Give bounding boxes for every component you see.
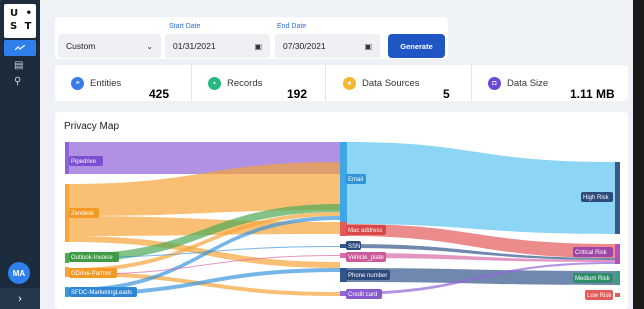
node-outlook[interactable] (65, 253, 69, 263)
field-label: Credit card (348, 292, 377, 298)
stat-records: ▪ Records (208, 65, 262, 101)
avatar[interactable]: MA (8, 262, 30, 284)
start-date-value: 01/31/2021 (173, 41, 216, 51)
node-vehicle-plate[interactable] (340, 253, 347, 258)
source-label: Outlook-Invoice (71, 255, 113, 261)
stat-data-sources: ● Data Sources (343, 65, 420, 101)
node-sfdc[interactable] (65, 287, 69, 297)
risk-label: High Risk (583, 195, 610, 201)
end-date-label: End Date (277, 23, 307, 30)
node-gdrive[interactable] (65, 267, 69, 277)
date-range-value: Custom (66, 41, 96, 51)
risk-nodes (615, 162, 620, 297)
node-email[interactable] (340, 142, 347, 224)
stat-label: Records (227, 77, 263, 89)
logo-line-2: S T (10, 21, 34, 32)
stat-data-size: ◘ Data Size (488, 65, 548, 101)
source-label: Zendesk (71, 211, 95, 217)
date-range-select[interactable]: Custom ⌄ (58, 34, 161, 58)
divider (191, 65, 192, 101)
node-zendesk[interactable] (65, 184, 69, 242)
data-sources-icon: ● (343, 76, 356, 90)
filter-bar: Custom ⌄ Start Date 01/31/2021 ▣ End Dat… (55, 17, 448, 59)
node-phone-number[interactable] (340, 268, 347, 282)
risk-label: Critical Risk (575, 250, 608, 256)
stat-value: 192 (287, 87, 308, 101)
stat-entities: ≡ Entities (71, 65, 121, 101)
calendar-icon: ▣ (254, 41, 262, 51)
source-label: GDrive-Partner (71, 271, 111, 277)
node-medium-risk[interactable] (615, 271, 620, 285)
logo: U • S T (4, 4, 36, 38)
end-date-value: 07/30/2021 (283, 41, 326, 51)
calendar-icon: ▣ (364, 41, 372, 51)
risk-label: Low Risk (587, 293, 612, 299)
sankey-diagram: Pipedrive Zendesk Outlook-Invoice GDrive… (65, 142, 620, 300)
chevron-down-icon: ⌄ (146, 41, 153, 51)
nav-item-dashboard[interactable] (4, 40, 36, 56)
trend-icon (15, 45, 25, 51)
field-label: Phone number (348, 273, 387, 279)
source-nodes (65, 142, 69, 297)
node-credit-card[interactable] (340, 291, 347, 296)
source-label: SFDC-MarketingLeads (71, 290, 132, 296)
app-window: U • S T ▤ ⚲ MA › Custom ⌄ Start Date 01/… (0, 0, 633, 309)
divider (471, 65, 472, 101)
field-label: Mac address (348, 228, 382, 234)
stat-value: 1.11 MB (570, 87, 615, 101)
window-shadow (633, 0, 644, 309)
stat-label: Data Size (507, 77, 549, 89)
node-critical-risk[interactable] (615, 244, 620, 264)
sidebar-expand-button[interactable]: › (0, 288, 40, 309)
node-mac-address[interactable] (340, 222, 347, 236)
generate-button[interactable]: Generate (388, 34, 445, 58)
stat-value: 425 (149, 87, 170, 101)
field-label: Email (348, 177, 363, 183)
stat-label: Data Sources (362, 77, 420, 89)
search-user-icon: ⚲ (14, 76, 22, 87)
field-nodes (340, 142, 347, 296)
node-low-risk[interactable] (615, 293, 620, 297)
field-label: SSN (348, 244, 360, 250)
chevron-right-icon: › (18, 292, 22, 305)
node-ssn[interactable] (340, 244, 347, 248)
stat-label: Entities (90, 77, 122, 89)
sidebar: U • S T ▤ ⚲ MA › (0, 0, 40, 309)
nav-item-documents[interactable]: ▤ (14, 60, 23, 71)
divider (325, 65, 326, 101)
records-icon: ▪ (208, 76, 221, 90)
start-date-label: Start Date (169, 23, 201, 30)
node-high-risk[interactable] (615, 162, 620, 234)
field-label: Vehicle_plate (348, 255, 384, 261)
data-size-icon: ◘ (488, 76, 501, 90)
nav-item-search[interactable]: ⚲ (14, 76, 21, 87)
end-date-field[interactable]: 07/30/2021 ▣ (275, 34, 380, 58)
stat-value: 5 (443, 87, 450, 101)
flow-email-high (347, 142, 615, 234)
risk-label: Medium Risk (575, 276, 611, 282)
document-icon: ▤ (14, 60, 24, 71)
start-date-field[interactable]: 01/31/2021 ▣ (165, 34, 270, 58)
source-label: Pipedrive (71, 159, 97, 165)
entities-icon: ≡ (71, 76, 84, 90)
stats-bar: ≡ Entities 425 ▪ Records 192 ● Data Sour… (55, 65, 628, 101)
node-pipedrive[interactable] (65, 142, 69, 174)
privacy-map-card: Privacy Map Pipedrive Zendesk Outlook-In… (55, 112, 628, 309)
logo-line-1: U • (10, 8, 34, 19)
